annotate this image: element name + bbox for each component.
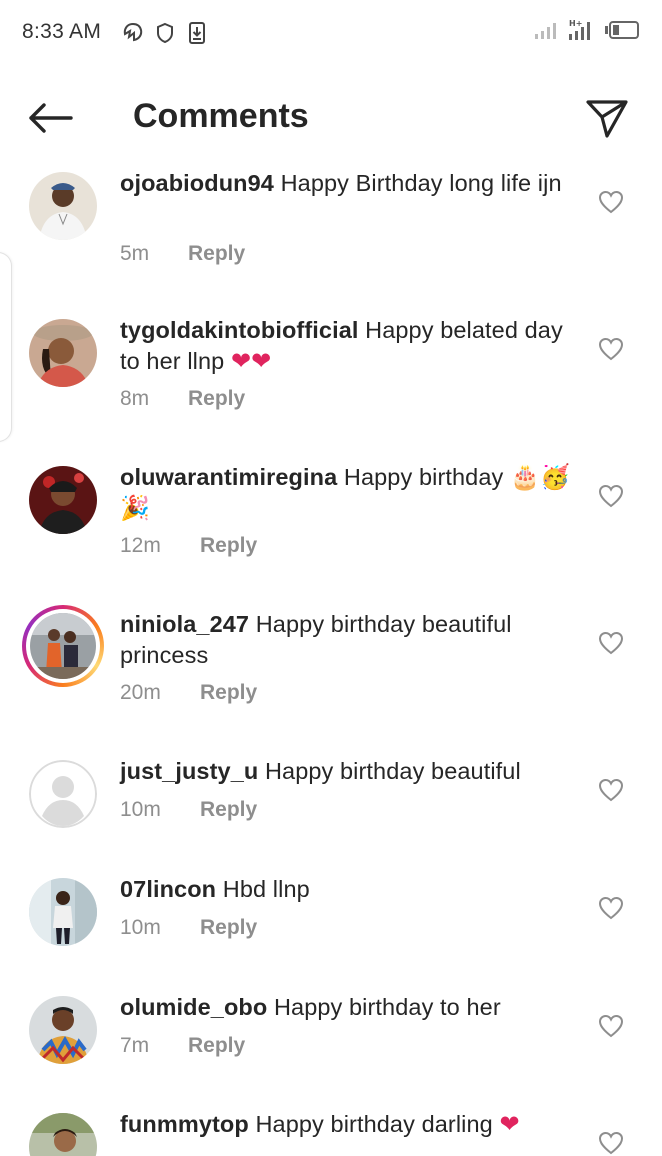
reply-button[interactable]: Reply	[188, 242, 245, 266]
comment-username[interactable]: oluwarantimiregina	[120, 464, 337, 490]
comment-text: olumide_obo Happy birthday to her	[120, 992, 570, 1023]
avatar[interactable]	[29, 172, 97, 240]
send-button[interactable]	[582, 94, 632, 144]
back-arrow-icon	[29, 103, 73, 133]
page-title: Comments	[133, 97, 309, 135]
comment-body: Happy birthday	[337, 464, 510, 490]
comment-username[interactable]: niniola_247	[120, 611, 249, 637]
svg-text:H+: H+	[569, 19, 582, 28]
avatar-story-ring[interactable]	[22, 605, 104, 687]
header: Comments	[0, 80, 662, 156]
comment-time: 7m	[120, 1034, 150, 1057]
comment-body: Hbd llnp	[216, 876, 310, 902]
comment-meta: 10m Reply	[120, 916, 257, 940]
comment-meta: 8m Reply	[120, 387, 245, 411]
comment-text: funmmytop Happy birthday darling ❤	[120, 1109, 570, 1140]
heart-emoji: ❤	[499, 1110, 520, 1138]
reply-button[interactable]: Reply	[200, 534, 257, 558]
shield-icon	[154, 20, 176, 46]
avatar[interactable]	[29, 878, 97, 946]
like-heart-icon[interactable]	[598, 778, 624, 802]
like-heart-icon[interactable]	[598, 337, 624, 361]
like-heart-icon[interactable]	[598, 190, 624, 214]
signal-icon	[534, 20, 560, 45]
signal-h-plus-icon: H+	[568, 18, 596, 47]
comment-time: 12m	[120, 534, 161, 557]
battery-icon	[604, 20, 640, 45]
like-heart-icon[interactable]	[598, 1014, 624, 1038]
like-heart-icon[interactable]	[598, 896, 624, 920]
status-time: 8:33 AM	[22, 20, 102, 43]
comment-meta: 20m Reply	[120, 681, 257, 705]
comment-body: Happy Birthday long life ijn	[273, 170, 562, 196]
like-heart-icon[interactable]	[598, 1131, 624, 1155]
comment-meta: 10m Reply	[120, 798, 257, 822]
avatar[interactable]	[29, 1113, 97, 1156]
comment-time: 5m	[120, 242, 150, 265]
comment-username[interactable]: just_justy_u	[120, 758, 258, 784]
comment-text: tygoldakintobiofficial Happy belated day…	[120, 315, 570, 377]
like-heart-icon[interactable]	[598, 484, 624, 508]
comment-text: oluwarantimiregina Happy birthday 🎂🥳🎉	[120, 462, 570, 524]
comment-meta: 5m Reply	[120, 242, 245, 266]
comment-body: Happy birthday to her	[267, 994, 501, 1020]
status-icons-left	[122, 20, 208, 46]
comment-body: Happy birthday beautiful	[258, 758, 521, 784]
comment-time: 10m	[120, 798, 161, 821]
reply-button[interactable]: Reply	[200, 916, 257, 940]
download-icon	[186, 20, 208, 46]
avatar	[30, 613, 96, 679]
back-button[interactable]	[22, 96, 78, 140]
comment-username[interactable]: ojoabiodun94	[120, 170, 274, 196]
app-notification-icon	[122, 20, 144, 46]
side-panel-handle[interactable]	[0, 252, 12, 442]
comment-username[interactable]: tygoldakintobiofficial	[120, 317, 359, 343]
status-bar: 8:33 AM H+	[0, 0, 662, 66]
avatar[interactable]	[29, 319, 97, 387]
comment-username[interactable]: funmmytop	[120, 1111, 249, 1137]
reply-button[interactable]: Reply	[200, 798, 257, 822]
reply-button[interactable]: Reply	[200, 681, 257, 705]
avatar[interactable]	[29, 996, 97, 1064]
status-icons-right: H+	[534, 18, 640, 47]
comment-body: Happy birthday darling	[248, 1111, 500, 1137]
comment-username[interactable]: 07lincon	[120, 876, 216, 902]
comment-text: just_justy_u Happy birthday beautiful	[120, 756, 570, 787]
avatar-placeholder[interactable]	[29, 760, 97, 828]
comment-text: 07lincon Hbd llnp	[120, 874, 570, 905]
reply-button[interactable]: Reply	[188, 387, 245, 411]
comment-time: 10m	[120, 916, 161, 939]
avatar[interactable]	[29, 466, 97, 534]
comment-text: niniola_247 Happy birthday beautiful pri…	[120, 609, 570, 671]
comment-time: 8m	[120, 387, 150, 410]
comment-text: ojoabiodun94 Happy Birthday long life ij…	[120, 168, 570, 199]
reply-button[interactable]: Reply	[188, 1034, 245, 1058]
heart-emoji: ❤❤	[230, 347, 272, 375]
send-icon	[586, 100, 628, 138]
like-heart-icon[interactable]	[598, 631, 624, 655]
comment-meta: 7m Reply	[120, 1034, 245, 1058]
comment-time: 20m	[120, 681, 161, 704]
comment-meta: 12m Reply	[120, 534, 257, 558]
comment-username[interactable]: olumide_obo	[120, 994, 267, 1020]
